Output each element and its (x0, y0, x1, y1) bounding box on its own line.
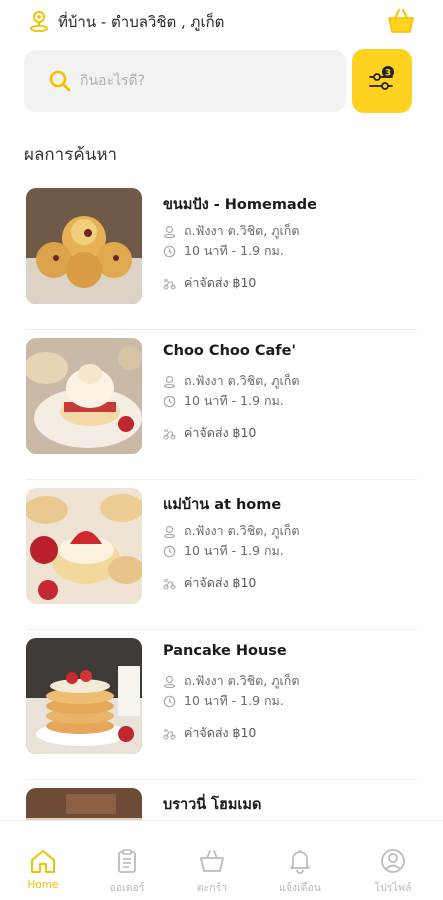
restaurant-photo (26, 338, 142, 454)
tab-notifications[interactable]: แจ้งเตือน (265, 847, 335, 897)
delivery-fee: ค่าจัดส่ง ฿10 (184, 725, 257, 740)
delivery-bike-icon (163, 728, 176, 740)
restaurant-address: ถ.ฟังงา ต.วิชิต, ภูเก็ต (184, 523, 300, 538)
clock-icon (163, 395, 176, 407)
location-pin-icon (163, 225, 176, 238)
restaurant-card[interactable]: Pancake House ถ.ฟังงา ต.วิชิต, ภูเก็ต 10… (0, 630, 443, 780)
clock-icon (163, 545, 176, 557)
tab-label: Home (27, 879, 59, 891)
restaurant-photo (26, 188, 142, 304)
clock-icon (163, 245, 176, 257)
tab-label: ออเดอร์ (109, 882, 145, 894)
restaurant-card[interactable]: ขนมปัง - Homemade ถ.ฟังงา ต.วิชิต, ภูเก็… (0, 180, 443, 330)
clock-icon (163, 695, 176, 707)
restaurant-address: ถ.ฟังงา ต.วิชิต, ภูเก็ต (184, 373, 300, 388)
search-icon (49, 70, 71, 92)
delivery-bike-icon (163, 428, 176, 440)
location-pin-icon[interactable] (28, 9, 50, 33)
location-pin-icon (163, 525, 176, 538)
restaurant-card[interactable]: Choo Choo Cafe' ถ.ฟังงา ต.วิชิต, ภูเก็ต … (0, 330, 443, 480)
location-pin-icon (163, 375, 176, 388)
basket-icon[interactable] (386, 7, 416, 35)
tab-profile[interactable]: โปรไฟล์ (358, 847, 428, 897)
results-list: ขนมปัง - Homemade ถ.ฟังงา ต.วิชิต, ภูเก็… (0, 180, 443, 900)
restaurant-name: บราวนี่ โฮมเมด (163, 797, 262, 813)
delivery-bike-icon (163, 578, 176, 590)
restaurant-address: ถ.ฟังงา ต.วิชิต, ภูเก็ต (184, 673, 300, 688)
restaurant-photo (26, 488, 142, 604)
delivery-time-distance: 10 นาที - 1.9 กม. (184, 243, 284, 258)
home-icon (31, 850, 55, 873)
delivery-fee: ค่าจัดส่ง ฿10 (184, 275, 257, 290)
restaurant-address: ถ.ฟังงา ต.วิชิต, ภูเก็ต (184, 223, 300, 238)
tab-basket[interactable]: ตะกร้า (177, 847, 247, 897)
tab-label: แจ้งเตือน (279, 882, 321, 894)
restaurant-name: Pancake House (163, 643, 287, 659)
delivery-time-distance: 10 นาที - 1.9 กม. (184, 693, 284, 708)
delivery-time-distance: 10 นาที - 1.9 กม. (184, 393, 284, 408)
tab-label: ตะกร้า (196, 882, 228, 894)
delivery-bike-icon (163, 278, 176, 290)
tab-orders[interactable]: ออเดอร์ (92, 847, 162, 897)
restaurant-card[interactable]: แม่บ้าน at home ถ.ฟังงา ต.วิชิต, ภูเก็ต … (0, 480, 443, 630)
delivery-fee: ค่าจัดส่ง ฿10 (184, 425, 257, 440)
header: ที่บ้าน - ตำบลวิชิต , ภูเก็ต (0, 0, 443, 44)
profile-icon (381, 849, 405, 873)
filter-sliders-icon: 3 (369, 66, 394, 90)
filter-button[interactable]: 3 (352, 49, 412, 113)
clipboard-icon (118, 849, 136, 873)
restaurant-name: แม่บ้าน at home (163, 497, 282, 513)
results-title: ผลการค้นหา (24, 145, 118, 165)
delivery-time-distance: 10 นาที - 1.9 กม. (184, 543, 284, 558)
bell-icon (290, 850, 310, 874)
tab-label: โปรไฟล์ (374, 882, 412, 894)
restaurant-name: Choo Choo Cafe' (163, 343, 296, 359)
basket-icon (200, 850, 224, 872)
filter-count-badge: 3 (385, 69, 391, 79)
restaurant-name: ขนมปัง - Homemade (163, 197, 317, 213)
location-pin-icon (163, 675, 176, 688)
tab-home[interactable]: Home (8, 847, 78, 897)
search-bar[interactable] (24, 50, 346, 112)
delivery-location[interactable]: ที่บ้าน - ตำบลวิชิต , ภูเก็ต (58, 10, 224, 34)
delivery-fee: ค่าจัดส่ง ฿10 (184, 575, 257, 590)
restaurant-photo (26, 638, 142, 754)
bottom-tab-bar: Home ออเดอร์ ตะกร้า แจ้งเตือน โปรไฟล์ (0, 820, 443, 900)
search-input[interactable] (80, 67, 330, 95)
